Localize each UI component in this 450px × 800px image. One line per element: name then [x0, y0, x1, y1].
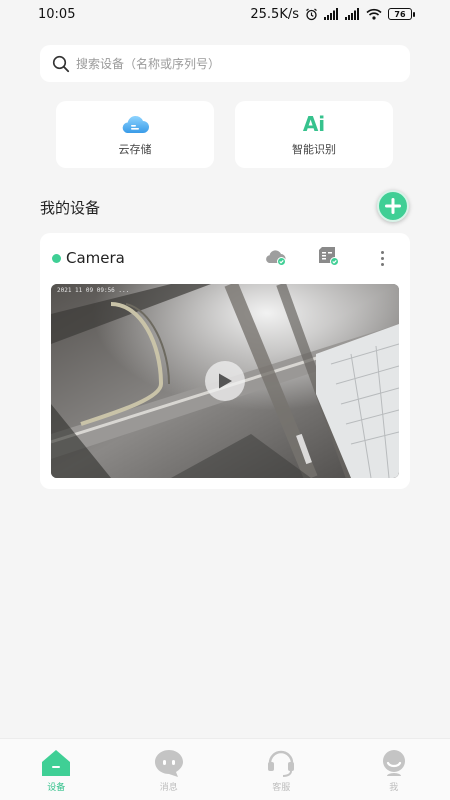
alarm-icon — [306, 8, 317, 20]
device-card-header: Camera — [40, 233, 410, 283]
signal-icon — [324, 8, 338, 20]
cloud-status-icon[interactable] — [264, 247, 288, 267]
search-input[interactable] — [76, 56, 376, 71]
plus-icon — [385, 198, 401, 214]
ai-recognition-icon: Ai — [302, 111, 326, 136]
tab-support-label: 客服 — [272, 783, 291, 793]
play-icon — [219, 373, 232, 389]
cloud-storage-card[interactable]: 云存储 — [56, 101, 214, 168]
ai-recognition-card[interactable]: Ai 智能识别 — [235, 101, 393, 168]
headset-icon — [268, 750, 295, 777]
cloud-storage-icon — [122, 115, 149, 133]
wifi-icon — [366, 8, 382, 20]
add-device-button[interactable] — [377, 190, 409, 222]
online-status-dot — [52, 254, 61, 263]
tab-devices[interactable]: 设备 — [0, 739, 113, 800]
camera-osd-timestamp: 2021 11 09 09:56 ... — [57, 287, 130, 294]
tab-me[interactable]: 我 — [338, 739, 450, 800]
battery-icon: 76 — [388, 8, 415, 20]
search-icon — [52, 55, 70, 72]
user-icon — [382, 750, 405, 776]
my-devices-title: 我的设备 — [40, 199, 101, 217]
tab-messages-label: 消息 — [159, 783, 178, 793]
tab-messages[interactable]: 消息 — [113, 739, 226, 800]
signal-icon-secondary — [345, 8, 359, 20]
more-vertical-icon[interactable] — [375, 247, 389, 269]
status-time: 10:05 — [38, 6, 76, 22]
ai-recognition-label: 智能识别 — [292, 142, 336, 156]
tab-devices-label: 设备 — [47, 783, 66, 793]
status-indicators: 25.5K/s 76 — [250, 6, 415, 22]
tab-me-label: 我 — [389, 783, 399, 793]
status-bar: 10:05 25.5K/s 76 — [0, 0, 450, 28]
play-button[interactable] — [205, 361, 245, 401]
sd-card-icon[interactable] — [317, 246, 341, 268]
cloud-storage-label: 云存储 — [118, 142, 152, 156]
device-name: Camera — [66, 249, 125, 267]
device-card[interactable]: Camera 2021 11 09 09:56 ... — [40, 233, 410, 489]
camera-preview[interactable]: 2021 11 09 09:56 ... — [51, 284, 399, 478]
network-speed: 25.5K/s — [250, 6, 299, 22]
tab-support[interactable]: 客服 — [225, 739, 338, 800]
search-bar[interactable] — [40, 45, 410, 82]
bottom-tab-bar: 设备 消息 客服 我 — [0, 738, 450, 800]
home-icon — [42, 750, 71, 776]
message-icon — [154, 750, 183, 777]
